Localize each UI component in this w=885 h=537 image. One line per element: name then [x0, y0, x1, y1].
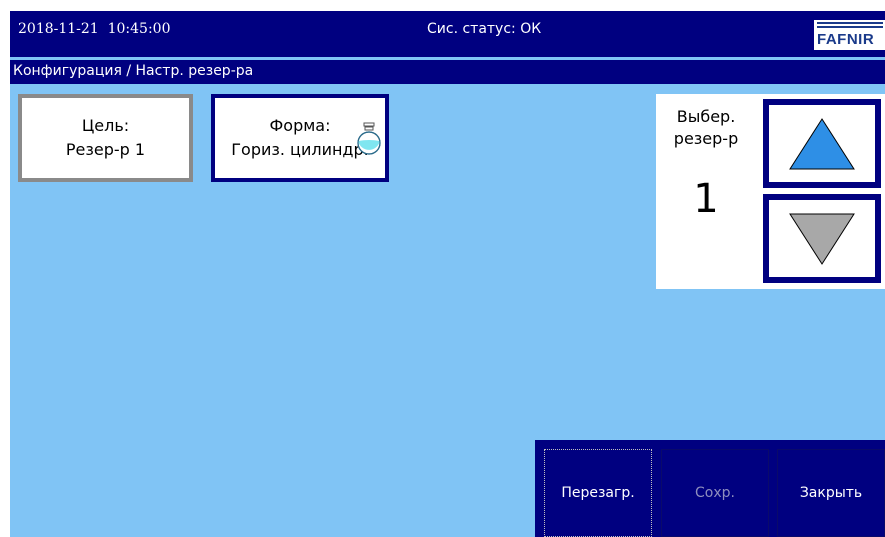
- triangle-down-icon: [789, 213, 855, 265]
- tank-down-button-face: [769, 200, 875, 277]
- shape-value: Гориз. цилиндр.: [231, 140, 369, 159]
- triangle-up-icon: [789, 117, 855, 169]
- action-bar: Перезагр. Сохр. Закрыть: [535, 440, 885, 537]
- hmi-screen: 2018-11-21 10:45:00 Сис. статус: ОК FAFN…: [10, 11, 885, 537]
- tank-up-button-face: [769, 105, 875, 182]
- breadcrumb: Конфигурация / Настр. резер-ра: [10, 60, 885, 84]
- save-button[interactable]: Сохр.: [661, 449, 769, 537]
- tank-up-button[interactable]: [763, 99, 881, 188]
- target-label: Цель:: [81, 116, 130, 135]
- system-status: Сис. статус: ОК: [427, 21, 542, 37]
- tank-selector: Выбер. резер-р 1: [656, 94, 885, 289]
- tank-shape-button[interactable]: Форма: Гориз. цилиндр.: [211, 94, 389, 182]
- logo-text: FAFNIR: [817, 31, 875, 48]
- top-bar: 2018-11-21 10:45:00 Сис. статус: ОК FAFN…: [10, 11, 885, 57]
- breadcrumb-text: Конфигурация / Настр. резер-ра: [13, 63, 254, 79]
- selector-label-line1: Выбер.: [676, 107, 736, 126]
- fafnir-logo: FAFNIR: [814, 20, 885, 50]
- close-button[interactable]: Закрыть: [777, 449, 885, 537]
- logo-stripe: [817, 22, 883, 24]
- target-tank-button[interactable]: Цель: Резер-р 1: [18, 94, 193, 182]
- logo-stripe: [817, 26, 883, 28]
- selected-tank-number: 1: [693, 176, 719, 222]
- selector-label: Выбер. резер-р: [656, 106, 756, 150]
- selector-label-line2: резер-р: [673, 129, 739, 148]
- reload-button[interactable]: Перезагр.: [543, 448, 653, 537]
- target-value: Резер-р 1: [65, 140, 146, 159]
- shape-label: Форма:: [269, 116, 331, 135]
- tank-down-button[interactable]: [763, 194, 881, 283]
- tank-icon: [357, 122, 381, 155]
- datetime: 2018-11-21 10:45:00: [18, 21, 171, 37]
